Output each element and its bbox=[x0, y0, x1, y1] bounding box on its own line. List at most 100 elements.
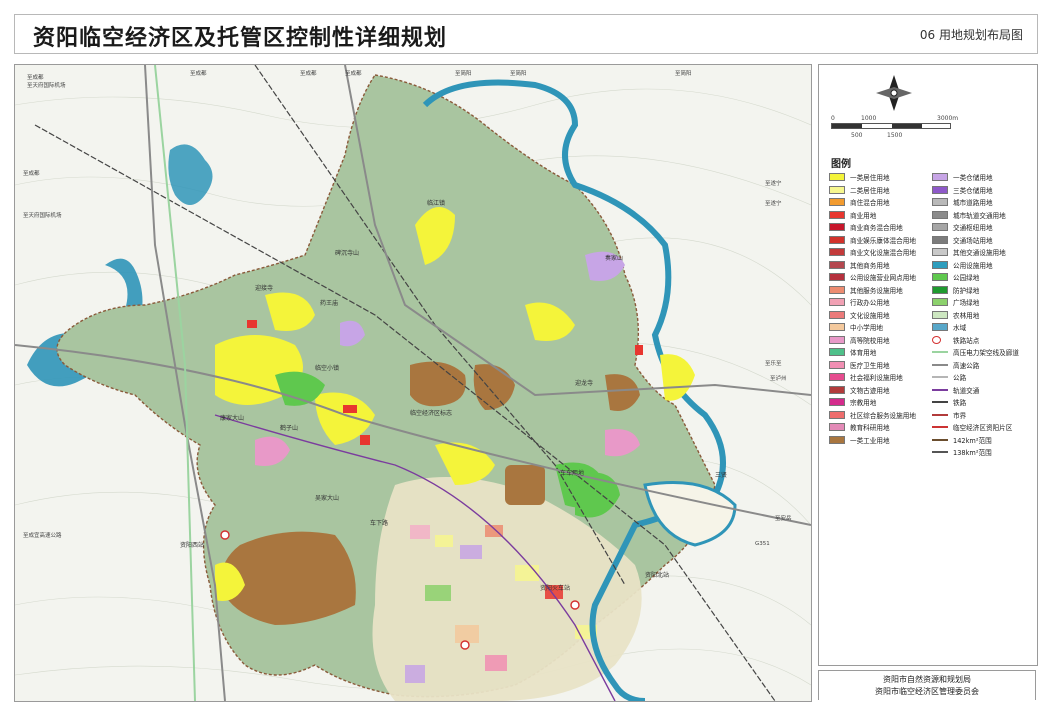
scale-label: 1500 bbox=[887, 132, 903, 139]
edge-label: 至成都 bbox=[190, 69, 207, 77]
legend-swatch bbox=[932, 401, 948, 404]
edge-label: 至简阳 bbox=[510, 69, 527, 77]
legend-swatch bbox=[932, 351, 948, 354]
legend-swatch bbox=[932, 438, 948, 441]
legend-item: 轨道交通 bbox=[932, 384, 1034, 397]
map-title: 资阳临空经济区及托管区控制性详细规划 bbox=[33, 26, 448, 51]
legend-swatch bbox=[932, 235, 948, 244]
agency-line: 资阳市临空经济区管理委员会 bbox=[875, 687, 979, 696]
legend-swatch bbox=[829, 298, 845, 307]
legend-label: 公用设施营业网点用地 bbox=[850, 274, 916, 283]
legend-label: 医疗卫生用地 bbox=[850, 361, 890, 370]
legend-label: 文物古迹用地 bbox=[850, 386, 890, 395]
legend-label: 公用设施用地 bbox=[953, 261, 993, 270]
legend-label: 铁路站点 bbox=[953, 336, 980, 345]
legend-item: 商业娱乐康体混合用地 bbox=[829, 234, 931, 247]
legend-label: 商业用地 bbox=[850, 211, 877, 220]
legend-swatch bbox=[932, 185, 948, 194]
agency-line: 资阳市自然资源和规划局 bbox=[883, 675, 971, 684]
map-canvas[interactable]: 至成都 至天府国际机场 至成都 至成都 至成都 至简阳 至简阳 至简阳 至成都 … bbox=[14, 64, 812, 702]
legend-item: 水域 bbox=[932, 321, 1034, 334]
legend-label: 防护绿地 bbox=[953, 286, 980, 295]
place-label: 临空经济区标志 bbox=[410, 409, 452, 417]
legend-item: 文物古迹用地 bbox=[829, 384, 931, 397]
legend-swatch bbox=[829, 223, 845, 232]
land-use-map: 至成都 至天府国际机场 至成都 至成都 至成都 至简阳 至简阳 至简阳 至成都 … bbox=[15, 65, 811, 701]
legend-swatch bbox=[829, 273, 845, 282]
legend-swatch bbox=[932, 388, 948, 391]
legend-swatch bbox=[829, 248, 845, 257]
legend-label: 社区综合服务设施用地 bbox=[850, 411, 916, 420]
legend-swatch bbox=[932, 376, 948, 379]
legend-item: 公园绿地 bbox=[932, 271, 1034, 284]
legend-swatch bbox=[829, 360, 845, 369]
legend-swatch bbox=[829, 173, 845, 182]
legend-item: 城市道路用地 bbox=[932, 196, 1034, 209]
edge-label: 至成都 bbox=[300, 69, 317, 77]
edge-label: 至天府国际机场 bbox=[27, 81, 66, 89]
legend-item: 铁路 bbox=[932, 396, 1034, 409]
edge-label: G351 bbox=[755, 541, 770, 547]
legend-item: 中小学用地 bbox=[829, 321, 931, 334]
legend-label: 商业文化设施混合用地 bbox=[850, 249, 916, 258]
legend-label: 临空经济区资阳片区 bbox=[953, 424, 1013, 433]
legend-label: 市界 bbox=[953, 411, 967, 420]
legend-item: 高等院校用地 bbox=[829, 334, 931, 347]
legend-swatch bbox=[932, 198, 948, 207]
place-label: 康家大山 bbox=[220, 414, 244, 422]
legend-swatch bbox=[932, 260, 948, 269]
legend-swatch bbox=[829, 310, 845, 319]
legend-label: 商住混合用地 bbox=[850, 199, 890, 208]
legend-label: 农林用地 bbox=[953, 311, 980, 320]
legend-swatch bbox=[932, 210, 948, 219]
legend-label: 文化设施用地 bbox=[850, 311, 890, 320]
legend-item: 142km²范围 bbox=[932, 434, 1034, 447]
place-label: 迎龙寺 bbox=[575, 379, 593, 387]
legend-swatch bbox=[932, 310, 948, 319]
legend-label: 高等院校用地 bbox=[850, 336, 890, 345]
place-label: 鹤子山 bbox=[280, 424, 298, 432]
legend-label: 二类居住用地 bbox=[850, 186, 890, 195]
legend-item: 二类居住用地 bbox=[829, 184, 931, 197]
legend-item: 行政办公用地 bbox=[829, 296, 931, 309]
edge-label: 至天府国际机场 bbox=[23, 211, 62, 219]
legend-item: 城市轨道交通用地 bbox=[932, 209, 1034, 222]
place-label: 吴家大山 bbox=[315, 494, 339, 502]
legend-item: 临空经济区资阳片区 bbox=[932, 421, 1034, 434]
legend-label: 一类工业用地 bbox=[850, 436, 890, 445]
legend-label: 商业娱乐康体混合用地 bbox=[850, 236, 916, 245]
scale-label: 1000 bbox=[861, 115, 877, 122]
legend-swatch bbox=[932, 426, 948, 429]
edge-label: 至成都 bbox=[23, 169, 40, 177]
scale-bar bbox=[831, 123, 951, 129]
edge-label: 至成都 bbox=[27, 73, 44, 81]
edge-label: 至简阳 bbox=[675, 69, 692, 77]
legend-item: 交通枢纽用地 bbox=[932, 221, 1034, 234]
legend-swatch bbox=[829, 185, 845, 194]
place-label: 资阳火车站 bbox=[540, 584, 570, 592]
legend-label: 中小学用地 bbox=[850, 324, 883, 333]
place-label: 奏家山 bbox=[605, 254, 623, 262]
legend-item: 其他交通设施用地 bbox=[932, 246, 1034, 259]
agency-block: 资阳市自然资源和规划局 资阳市临空经济区管理委员会 bbox=[818, 670, 1036, 700]
legend-label: 其他商务用地 bbox=[850, 261, 890, 270]
legend-item: 三类仓储用地 bbox=[932, 184, 1034, 197]
legend-item: 广场绿地 bbox=[932, 296, 1034, 309]
legend-item: 高速公路 bbox=[932, 359, 1034, 372]
legend-label: 交通枢纽用地 bbox=[953, 224, 993, 233]
legend-swatch bbox=[932, 335, 941, 344]
legend-label: 公路 bbox=[953, 374, 967, 383]
place-label: 三贤 bbox=[715, 471, 727, 479]
legend-swatch bbox=[932, 173, 948, 182]
edge-label: 至安岳 bbox=[775, 514, 792, 522]
title-bar: 资阳临空经济区及托管区控制性详细规划 06 用地规划布局图 bbox=[14, 14, 1038, 54]
legend-label: 138km²范围 bbox=[953, 449, 992, 458]
legend-swatch bbox=[829, 210, 845, 219]
legend-label: 体育用地 bbox=[850, 349, 877, 358]
place-label: 临江镇 bbox=[427, 199, 445, 207]
legend-label: 商业商务混合用地 bbox=[850, 224, 903, 233]
legend-item: 商业文化设施混合用地 bbox=[829, 246, 931, 259]
legend-label: 教育科研用地 bbox=[850, 424, 890, 433]
legend-label: 其他服务设施用地 bbox=[850, 286, 903, 295]
legend-swatch bbox=[829, 423, 845, 432]
